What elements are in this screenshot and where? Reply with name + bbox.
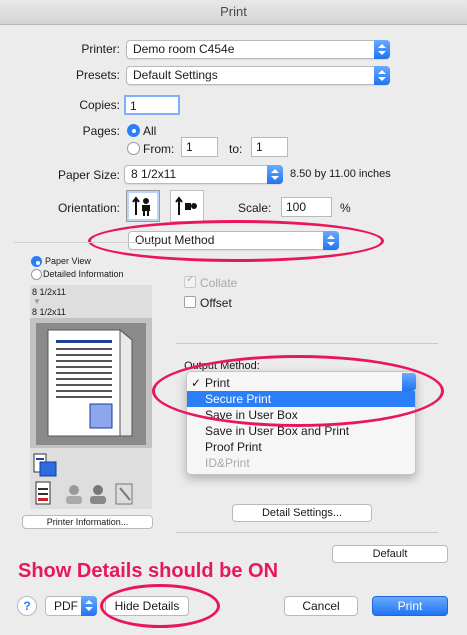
annotation-circle-menu: [152, 355, 444, 427]
collate-checkbox[interactable]: ✓: [184, 274, 196, 288]
collate-label: Collate: [200, 276, 238, 290]
scale-label: Scale:: [238, 201, 272, 215]
pdf-label: PDF: [54, 599, 78, 613]
detail-settings-button[interactable]: Detail Settings...: [232, 504, 372, 522]
copies-label: Copies:: [79, 98, 120, 112]
cancel-button[interactable]: Cancel: [284, 596, 358, 616]
paper-size-tag-1: 8 1/2x11: [32, 287, 66, 297]
detailed-info-label: Detailed Information: [43, 269, 124, 279]
offset-checkbox[interactable]: [184, 296, 196, 308]
paper-size-label: Paper Size:: [57, 168, 120, 182]
feature-icons: [35, 481, 133, 505]
portrait-person-icon: [132, 196, 150, 216]
orientation-label: Orientation:: [57, 201, 120, 215]
paper-view-label: Paper View: [45, 256, 91, 266]
pages-all-label: All: [143, 124, 157, 138]
print-button[interactable]: Print: [372, 596, 448, 616]
pages-from-radio[interactable]: [127, 142, 140, 155]
printer-value: Demo room C454e: [133, 42, 235, 56]
default-button[interactable]: Default: [332, 545, 448, 563]
annotation-text: Show Details should be ON: [18, 560, 279, 582]
pages-all-radio[interactable]: [127, 124, 140, 137]
pages-label: Pages:: [82, 124, 120, 138]
annotation-circle-hide-details: [100, 584, 220, 628]
pages-from-field[interactable]: 1: [181, 137, 218, 157]
paper-view-radio[interactable]: [31, 256, 42, 267]
copies-field[interactable]: 1: [124, 95, 180, 115]
paper-dimensions: 8.50 by 11.00 inches: [290, 168, 391, 180]
offset-label: Offset: [200, 296, 232, 310]
page-preview-icon: [30, 318, 152, 448]
pdf-menu-button[interactable]: PDF: [45, 596, 97, 616]
paper-size-tag-2: 8 1/2x11: [32, 307, 66, 317]
printer-finishing-icon: [33, 453, 57, 477]
printer-information-button[interactable]: Printer Information...: [22, 515, 153, 529]
landscape-person-icon: [175, 196, 197, 215]
chevron-down-icon: [81, 596, 97, 616]
window-title: Print: [0, 0, 467, 25]
menu-item-id-print: ID&Print: [205, 456, 250, 470]
pages-to-label: to:: [229, 142, 243, 156]
pages-to-field[interactable]: 1: [251, 137, 288, 157]
printer-popup[interactable]: Demo room C454e: [126, 40, 390, 59]
menu-item-proof-print[interactable]: Proof Print: [187, 439, 415, 455]
checkmark-icon: ✓: [186, 274, 195, 285]
presets-popup[interactable]: Default Settings: [126, 66, 390, 85]
divider: [176, 343, 438, 344]
landscape-orientation-button[interactable]: [170, 190, 204, 222]
popup-arrows-icon: [267, 165, 283, 184]
detailed-info-radio[interactable]: [31, 269, 42, 280]
presets-value: Default Settings: [133, 68, 218, 82]
pages-from-label: From:: [143, 142, 175, 156]
down-arrow-icon: ▼: [33, 297, 41, 306]
presets-label: Presets:: [75, 68, 120, 82]
scale-field[interactable]: 100: [281, 197, 332, 217]
paper-size-popup[interactable]: 8 1/2x11: [124, 165, 283, 184]
portrait-orientation-button[interactable]: [126, 190, 160, 222]
paper-size-value: 8 1/2x11: [131, 167, 177, 181]
help-button[interactable]: ?: [17, 596, 37, 616]
printer-label: Printer:: [81, 42, 120, 56]
popup-arrows-icon: [374, 66, 390, 85]
scale-unit: %: [340, 201, 351, 215]
popup-arrows-icon: [374, 40, 390, 59]
divider: [176, 532, 438, 533]
